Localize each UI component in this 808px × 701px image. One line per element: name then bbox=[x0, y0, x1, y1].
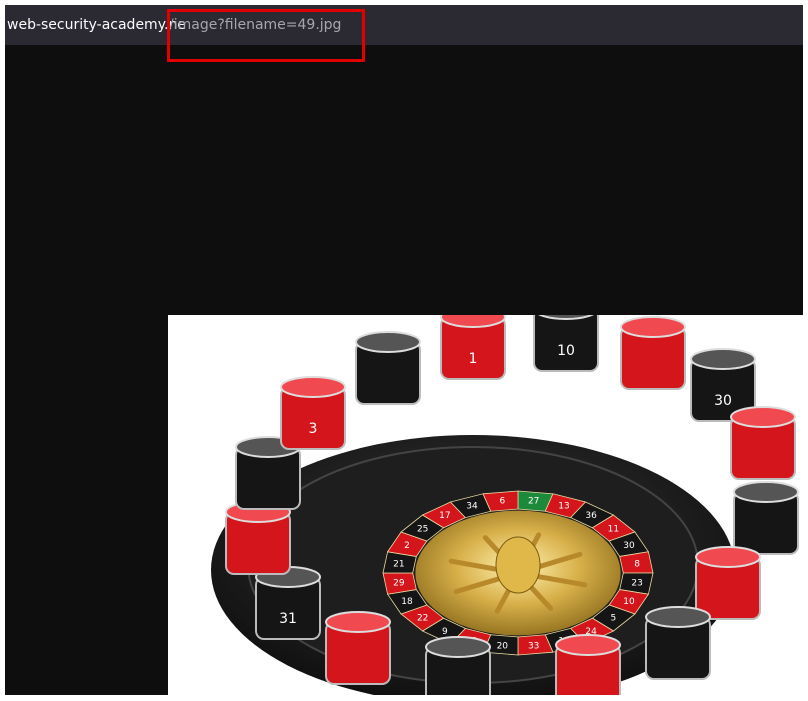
glass-rim bbox=[325, 611, 391, 633]
shot-glass bbox=[555, 634, 621, 695]
wheel-number: 34 bbox=[466, 502, 478, 512]
shot-glass bbox=[325, 611, 391, 685]
roulette-drinking-game-image: 2713361130823105241633203192218292122517… bbox=[211, 315, 799, 695]
wheel-number: 20 bbox=[497, 641, 509, 651]
wheel-number: 5 bbox=[610, 613, 616, 623]
wheel-number: 2 bbox=[404, 541, 410, 551]
glass-rim bbox=[690, 348, 756, 370]
glass-rim bbox=[695, 546, 761, 568]
wheel-number: 6 bbox=[499, 497, 505, 507]
wheel-number: 11 bbox=[608, 525, 619, 535]
shot-glass bbox=[733, 481, 799, 555]
wheel-number: 10 bbox=[623, 597, 635, 607]
wheel-number: 9 bbox=[442, 627, 448, 637]
glass-rim bbox=[730, 406, 796, 428]
wheel-number: 27 bbox=[528, 497, 539, 507]
shot-glass bbox=[355, 331, 421, 405]
shot-glass: 1 bbox=[440, 315, 506, 380]
roulette-wheel: 2713361130823105241633203192218292122517… bbox=[382, 490, 654, 656]
glass-rim bbox=[620, 316, 686, 338]
wheel-number: 8 bbox=[634, 559, 640, 569]
wheel-number: 22 bbox=[417, 613, 428, 623]
glass-rim bbox=[280, 376, 346, 398]
shot-glass bbox=[645, 606, 711, 680]
shot-glass bbox=[425, 636, 491, 695]
glass-rim bbox=[355, 331, 421, 353]
wheel-number: 17 bbox=[439, 511, 450, 521]
shot-glass: 10 bbox=[533, 315, 599, 372]
glass-number: 31 bbox=[279, 611, 297, 627]
url-highlight-annotation bbox=[167, 9, 365, 62]
shot-glass bbox=[225, 501, 291, 575]
address-bar[interactable]: web-security-academy.ne /image?filename=… bbox=[5, 5, 803, 45]
shot-glass: 3 bbox=[280, 376, 346, 450]
wheel-number: 30 bbox=[623, 541, 635, 551]
wheel-number: 36 bbox=[585, 511, 597, 521]
glass-rim bbox=[555, 634, 621, 656]
glass-number: 1 bbox=[469, 351, 478, 367]
wheel-hub bbox=[495, 536, 541, 594]
wheel-number: 25 bbox=[417, 525, 428, 535]
shot-glass: 31 bbox=[255, 566, 321, 640]
glass-rim bbox=[645, 606, 711, 628]
wheel-number: 33 bbox=[528, 641, 539, 651]
wheel-number: 23 bbox=[631, 579, 642, 589]
wheel-number: 21 bbox=[393, 559, 404, 569]
glass-number: 3 bbox=[309, 421, 318, 437]
roulette-photo: 2713361130823105241633203192218292122517… bbox=[168, 315, 803, 695]
wheel-number: 13 bbox=[558, 502, 569, 512]
shot-glass bbox=[730, 406, 796, 480]
glass-rim bbox=[733, 481, 799, 503]
wheel-number: 18 bbox=[401, 597, 413, 607]
wheel-number: 29 bbox=[393, 579, 405, 589]
shot-glass bbox=[695, 546, 761, 620]
shot-glass bbox=[620, 316, 686, 390]
glass-number: 30 bbox=[714, 393, 732, 409]
glass-rim bbox=[425, 636, 491, 658]
url-host-text: web-security-academy.ne bbox=[7, 17, 186, 33]
glass-number: 10 bbox=[557, 343, 575, 359]
